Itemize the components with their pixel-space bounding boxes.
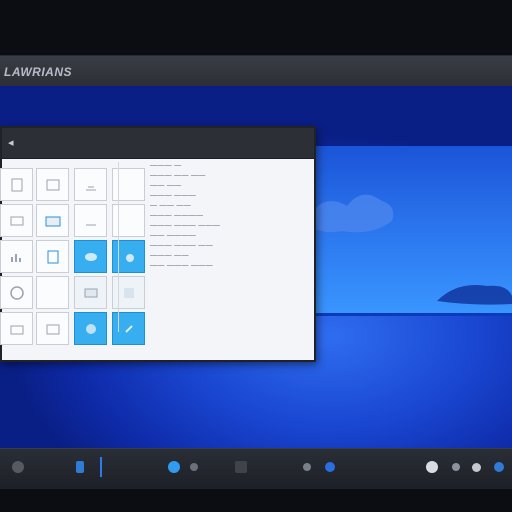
tile-clipboard[interactable] — [36, 240, 69, 273]
tile-blank[interactable] — [36, 276, 69, 309]
files-icon — [84, 288, 98, 298]
tile-picture[interactable] — [36, 168, 69, 201]
panel-divider — [118, 162, 119, 332]
horizon-line — [312, 313, 512, 316]
tile-display[interactable] — [36, 204, 69, 237]
back-arrow-icon[interactable]: ◂ — [8, 136, 22, 150]
active-window-indicator — [100, 457, 102, 477]
grid-app-icon[interactable] — [235, 461, 247, 473]
tile-files[interactable] — [74, 276, 107, 309]
tile-page[interactable] — [112, 204, 145, 237]
list-item[interactable]: ——— ——— — [150, 192, 310, 200]
list-item[interactable]: ——— ——— ——— — [150, 222, 310, 230]
cloud-shape-right — [437, 285, 512, 305]
photos-icon — [85, 253, 97, 261]
tile-camera[interactable] — [74, 312, 107, 345]
document-icon — [86, 186, 96, 191]
tile-image[interactable] — [36, 312, 69, 345]
tile-circle[interactable] — [0, 276, 33, 309]
desktop[interactable]: ◂ ——— — ——— —— —— —— —— ——— ——— — —— —— … — [0, 86, 512, 448]
tile-share[interactable] — [112, 312, 145, 345]
app-title: LAWRIANS — [4, 65, 72, 79]
list-item[interactable]: ——— —— —— — [150, 172, 310, 180]
tile-note[interactable] — [112, 168, 145, 201]
tile-list[interactable] — [74, 204, 107, 237]
weather-icon — [126, 254, 134, 262]
clipboard-icon — [47, 250, 59, 264]
blue-app-icon[interactable] — [76, 461, 84, 473]
list-item[interactable]: ——— ———— — [150, 212, 310, 220]
start-icon[interactable] — [168, 461, 180, 473]
search-icon[interactable] — [426, 461, 438, 473]
record-icon[interactable] — [325, 462, 335, 472]
list-item[interactable]: — —— —— — [150, 202, 310, 210]
circle-icon — [10, 286, 24, 300]
notification-icon[interactable] — [494, 462, 504, 472]
tile-weather[interactable] — [112, 240, 145, 273]
chart-icon — [11, 254, 21, 262]
list-item[interactable]: —— ——— ——— — [150, 262, 310, 270]
tile-folder[interactable] — [0, 312, 33, 345]
taskbar — [0, 448, 512, 489]
image-icon — [46, 324, 60, 335]
picture-icon — [46, 179, 60, 191]
cloud-shape — [307, 194, 394, 233]
camera-icon — [86, 324, 96, 334]
circle-app-icon[interactable] — [190, 463, 198, 471]
gear-app-icon[interactable] — [303, 463, 311, 471]
list-icon — [86, 224, 96, 226]
list-item[interactable]: ——— — — [150, 162, 310, 170]
globe-icon[interactable] — [452, 463, 460, 471]
list-item[interactable]: ——— ——— —— — [150, 242, 310, 250]
monitor-icon — [10, 216, 24, 226]
tile-doc[interactable] — [0, 168, 33, 201]
tile-grid[interactable] — [112, 276, 145, 309]
tile-document[interactable] — [74, 168, 107, 201]
user-icon[interactable] — [472, 463, 481, 472]
display-icon — [45, 216, 61, 227]
monitor-screen: LAWRIANS ◂ ——— — ——— —— —— —— —— ——— ———… — [0, 55, 512, 489]
list-item[interactable]: ——— —— — [150, 252, 310, 260]
tile-chart[interactable] — [0, 240, 33, 273]
list-item[interactable]: —— ———— — [150, 232, 310, 240]
details-list: ——— — ——— —— —— —— —— ——— ——— — —— —— ——— ———… — [150, 162, 310, 332]
list-item[interactable]: —— —— — [150, 182, 310, 190]
window-header[interactable]: ◂ — [2, 128, 314, 159]
explorer-window[interactable]: ◂ ——— — ——— —— —— —— —— ——— ——— — —— —— … — [0, 126, 316, 362]
settings-icon[interactable] — [12, 461, 24, 473]
tile-photos[interactable] — [74, 240, 107, 273]
folder-icon — [10, 325, 24, 335]
doc-icon — [11, 178, 23, 192]
top-title-bar: LAWRIANS — [0, 56, 512, 87]
grid-icon — [124, 288, 134, 298]
share-icon — [125, 325, 133, 333]
tile-monitor[interactable] — [0, 204, 33, 237]
